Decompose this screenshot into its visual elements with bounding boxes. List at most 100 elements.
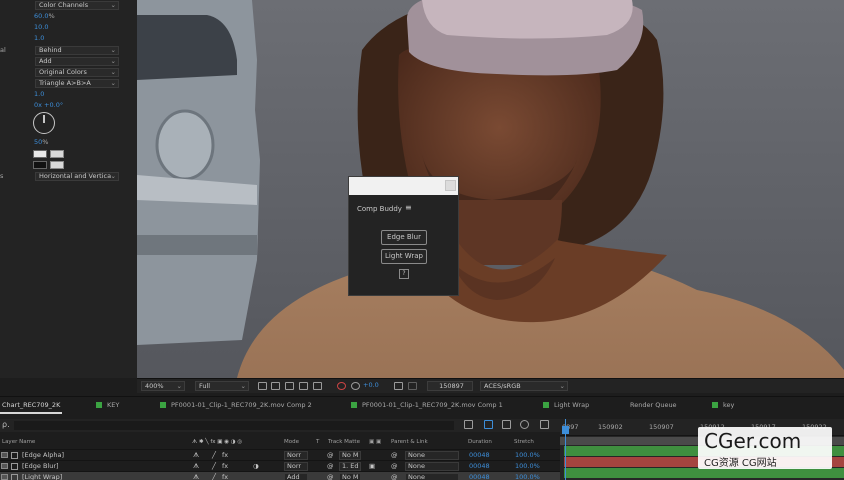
effect-property-dropdown[interactable]: Add ⌄ <box>35 57 119 66</box>
visibility-eye-icon[interactable] <box>1 463 8 469</box>
3d-view-icon[interactable] <box>299 382 308 390</box>
effect-property-value[interactable]: 1.0 <box>34 33 44 44</box>
layer-label-color-icon[interactable] <box>11 474 18 480</box>
layer-label-color-icon[interactable] <box>11 463 18 470</box>
spiral-link-icon[interactable]: @ <box>327 473 334 480</box>
shy-switch-icon[interactable]: ᗑ <box>193 451 199 460</box>
color-swatch[interactable] <box>33 161 47 169</box>
timeline-tab[interactable]: PF0001-01_Clip-1_REC709_2K.mov Comp 2 <box>160 401 312 409</box>
layer-duration[interactable]: 00048 <box>469 462 490 470</box>
timeline-tab[interactable]: KEY <box>96 401 119 409</box>
close-icon[interactable] <box>445 180 456 191</box>
draft-3d-icon[interactable] <box>464 420 473 429</box>
visibility-eye-icon[interactable] <box>1 452 8 458</box>
angle-dial[interactable] <box>33 112 55 134</box>
exposure-value[interactable]: +0.0 <box>363 381 379 391</box>
quality-switch-icon[interactable]: ╱ <box>212 462 216 470</box>
layer-row[interactable]: [Edge Alpha] ᗑ ╱ fx Norr @ No M @ None 00048 100.0… <box>0 449 560 460</box>
current-time-field[interactable]: 150897 <box>427 381 473 391</box>
spiral-link-icon[interactable]: @ <box>327 451 334 459</box>
comp-buddy-titlebar[interactable] <box>349 177 458 195</box>
timeline-tab[interactable]: key <box>712 401 734 409</box>
color-space-dropdown[interactable]: ACES/sRGB ⌄ <box>480 381 568 391</box>
help-button[interactable]: ? <box>399 269 409 279</box>
track-matte-dropdown[interactable]: 1. Ed <box>339 462 361 471</box>
timeline-tab[interactable]: PF0001-01_Clip-1_REC709_2K.mov Comp 1 <box>351 401 503 409</box>
layer-row[interactable]: [Edge Blur] ᗑ ╱ fx ◑ Norr @1. Ed ▣ @ None 00048 100… <box>0 460 560 471</box>
adjustment-layer-icon[interactable]: ◑ <box>253 462 259 470</box>
layer-stretch[interactable]: 100.0% <box>515 462 540 470</box>
layer-name[interactable]: [Light Wrap] <box>22 473 62 480</box>
search-input[interactable] <box>14 421 454 430</box>
track-matte-header[interactable]: Track Matte <box>328 439 360 445</box>
color-channel-icon[interactable] <box>337 382 346 390</box>
grid-guides-icon[interactable] <box>313 382 322 390</box>
duration-header[interactable]: Duration <box>468 439 492 445</box>
shy-layers-icon[interactable] <box>484 420 493 429</box>
layer-label-color-icon[interactable] <box>11 452 18 459</box>
mode-header[interactable]: Mode <box>284 439 299 445</box>
pick-whip-icon[interactable]: @ <box>391 462 398 470</box>
parent-dropdown[interactable]: None <box>405 473 459 480</box>
effect-property-value[interactable]: 50% <box>34 137 48 148</box>
effects-switch-icon[interactable]: fx <box>222 462 228 470</box>
layer-stretch[interactable]: 100.0% <box>515 473 540 480</box>
layer-stretch[interactable]: 100.0% <box>515 451 540 459</box>
mask-visibility-icon[interactable] <box>285 382 294 390</box>
graph-editor-icon[interactable] <box>540 420 549 429</box>
pick-whip-icon[interactable]: @ <box>391 473 398 480</box>
layer-name-header[interactable]: Layer Name <box>2 439 35 445</box>
light-wrap-button[interactable]: Light Wrap <box>381 249 427 264</box>
eyedropper-icon[interactable] <box>50 150 64 158</box>
effect-property-dropdown[interactable]: Behind ⌄ <box>35 46 119 55</box>
spiral-link-icon[interactable]: @ <box>327 462 334 470</box>
transparency-grid-icon[interactable] <box>271 382 280 390</box>
snapshot-icon[interactable] <box>394 382 403 390</box>
effects-switch-icon[interactable]: fx <box>222 451 228 459</box>
timeline-tab[interactable]: Render Queue <box>630 401 677 409</box>
effect-property-value[interactable]: 0x +0.0° <box>34 100 63 111</box>
blend-mode-dropdown[interactable]: Norr <box>284 462 308 471</box>
composition-viewer[interactable]: Comp Buddy ≡ Edge Blur Light Wrap ? <box>137 0 844 378</box>
layer-duration[interactable]: 00048 <box>469 451 490 459</box>
effect-property-value[interactable]: 10.0 <box>34 22 48 33</box>
matte-invert-icon[interactable]: ▣ <box>369 462 375 470</box>
quality-switch-icon[interactable]: ╱ <box>212 451 216 459</box>
effects-switch-icon[interactable]: fx <box>222 473 228 480</box>
parent-dropdown[interactable]: None <box>405 451 459 460</box>
pick-whip-icon[interactable]: @ <box>391 451 398 459</box>
track-matte-dropdown[interactable]: No M <box>339 451 361 460</box>
effect-property-dropdown[interactable]: Original Colors ⌄ <box>35 68 119 77</box>
timeline-tab[interactable]: Chart_REC709_2K <box>2 401 60 409</box>
blend-mode-dropdown[interactable]: Add <box>284 473 308 480</box>
effect-property-dropdown[interactable]: Color Channels ⌄ <box>35 1 119 10</box>
region-of-interest-icon[interactable] <box>258 382 267 390</box>
zoom-dropdown[interactable]: 400% ⌄ <box>141 381 185 391</box>
resolution-dropdown[interactable]: Full ⌄ <box>195 381 249 391</box>
shy-switch-icon[interactable]: ᗑ <box>193 473 199 480</box>
layer-row[interactable]: [Light Wrap] ᗑ ╱ fx Add @ No M @ None 00048 100.0% <box>0 471 560 480</box>
quality-switch-icon[interactable]: ╱ <box>212 473 216 480</box>
layer-duration[interactable]: 00048 <box>469 473 490 480</box>
layer-bar-light-wrap[interactable] <box>564 468 844 478</box>
t-header[interactable]: T <box>316 439 319 445</box>
layer-name[interactable]: [Edge Alpha] <box>22 451 64 459</box>
visibility-eye-icon[interactable] <box>1 474 8 480</box>
track-matte-dropdown[interactable]: No M <box>339 473 361 480</box>
search-icon[interactable]: ρ. <box>2 420 10 429</box>
effect-property-value[interactable]: 60.0% <box>34 11 55 22</box>
motion-blur-icon[interactable] <box>520 420 529 429</box>
layer-name[interactable]: [Edge Blur] <box>22 462 59 470</box>
panel-menu-icon[interactable]: ≡ <box>405 203 412 212</box>
timeline-tab[interactable]: Light Wrap <box>543 401 589 409</box>
exposure-reset-icon[interactable] <box>351 382 360 390</box>
eyedropper-icon[interactable] <box>50 161 64 169</box>
effect-property-dropdown[interactable]: Horizontal and Vertica ⌄ <box>35 172 119 181</box>
parent-dropdown[interactable]: None <box>405 462 459 471</box>
color-swatch[interactable] <box>33 150 47 158</box>
parent-link-header[interactable]: Parent & Link <box>391 439 428 445</box>
frame-blending-icon[interactable] <box>502 420 511 429</box>
edge-blur-button[interactable]: Edge Blur <box>381 230 427 245</box>
shy-switch-icon[interactable]: ᗑ <box>193 462 199 471</box>
effect-property-dropdown[interactable]: Triangle A>B>A ⌄ <box>35 79 119 88</box>
